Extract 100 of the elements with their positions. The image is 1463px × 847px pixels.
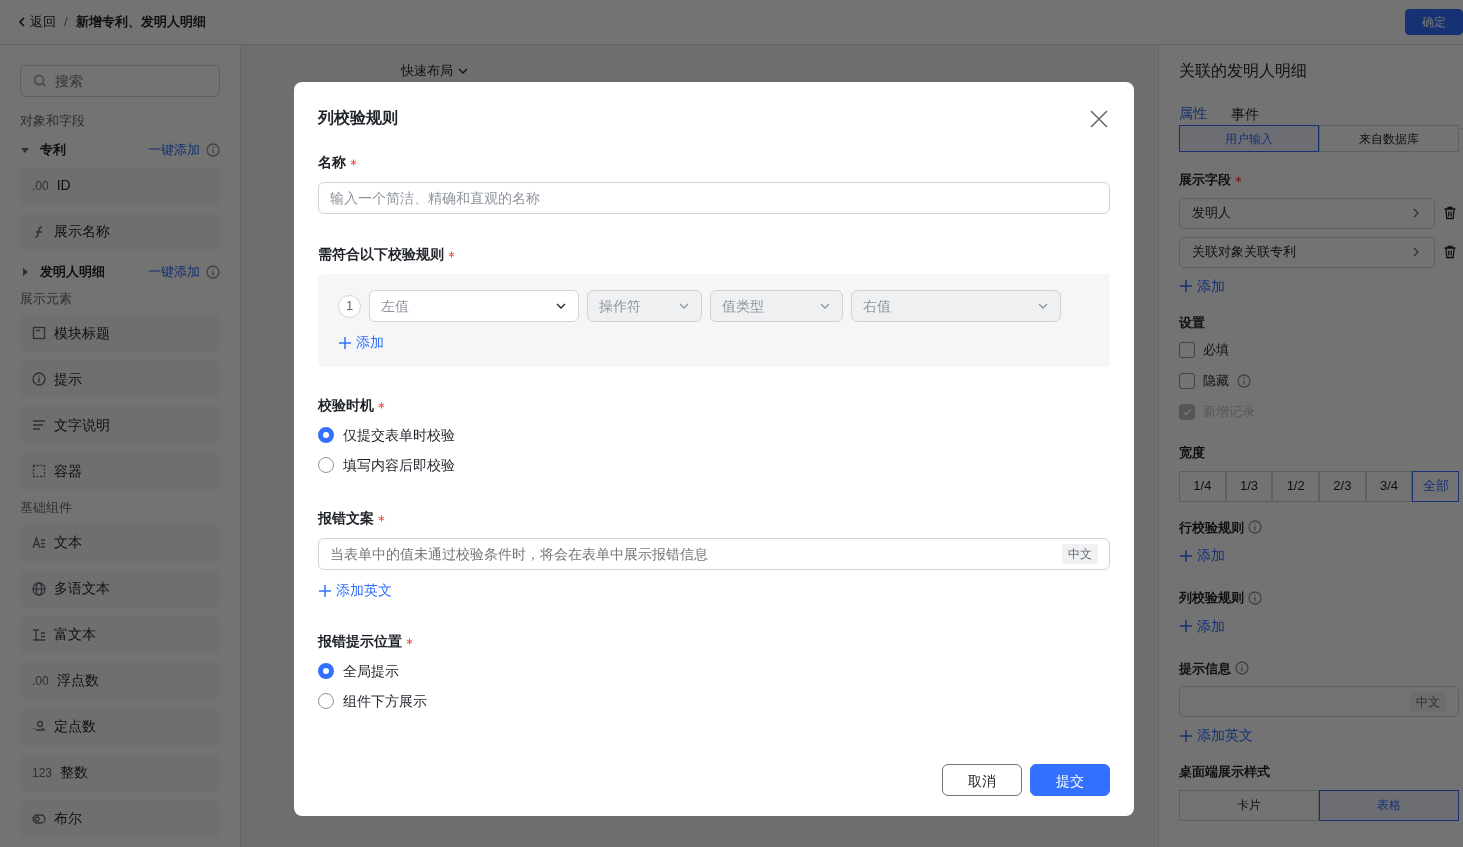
style-option[interactable]: 卡片 <box>1179 789 1319 821</box>
width-option[interactable]: 1/3 <box>1225 470 1273 502</box>
component-item[interactable]: 文字说明 <box>20 406 220 444</box>
component-item[interactable]: 文本 <box>20 523 220 562</box>
required-icon <box>350 159 357 166</box>
field-label: 设置 <box>1179 313 1205 332</box>
component-item[interactable]: 展示名称 <box>20 212 220 251</box>
select-placeholder: 左值 <box>381 296 409 316</box>
width-option[interactable]: 2/3 <box>1319 470 1366 502</box>
field-selector[interactable]: 关联对象关联专利 <box>1179 236 1435 268</box>
type-icon: .00 <box>32 176 49 195</box>
close-button[interactable] <box>1088 107 1110 129</box>
caret-icon[interactable] <box>20 266 30 277</box>
component-label: 模块标题 <box>54 323 110 343</box>
back-link[interactable]: 返回 <box>18 12 56 32</box>
radio-label: 全局提示 <box>343 661 399 681</box>
search-input[interactable]: 搜索 <box>55 70 195 92</box>
trash-icon[interactable] <box>1443 206 1457 220</box>
component-item[interactable]: 多语文本 <box>20 569 220 608</box>
component-item[interactable]: 123 整数 <box>20 753 220 792</box>
component-label: 浮点数 <box>56 671 99 690</box>
radio-label: 填写内容后即校验 <box>343 455 455 475</box>
info-icon <box>1248 590 1262 605</box>
confirm-button[interactable]: 确定 <box>1405 9 1463 35</box>
plus-icon <box>318 583 332 598</box>
component-item[interactable]: .00 ID <box>20 166 220 205</box>
section-title: 基础组件 <box>20 499 73 517</box>
name-input[interactable]: 输入一个简洁、精确和直观的名称 <box>318 182 1110 214</box>
lines-icon <box>32 418 46 432</box>
add-button[interactable]: 添加 <box>1179 275 1225 297</box>
field-label: 列校验规则 <box>1179 589 1244 607</box>
radio-button[interactable] <box>318 693 334 709</box>
style-option[interactable]: 表格 <box>1319 789 1459 821</box>
select-placeholder: 操作符 <box>599 296 641 316</box>
component-item[interactable]: 布尔 <box>20 799 220 838</box>
field-label: 报错提示位置 <box>318 632 402 651</box>
rule-select[interactable]: 左值 <box>369 290 579 322</box>
select-placeholder: 值类型 <box>722 296 764 316</box>
add-button[interactable]: 添加 <box>338 332 384 353</box>
submit-button[interactable]: 提交 <box>1030 764 1110 796</box>
hint-field[interactable]: 中文 <box>1179 686 1459 717</box>
cancel-button[interactable]: 取消 <box>942 764 1022 796</box>
component-label: 整数 <box>60 763 89 782</box>
source-option[interactable]: 用户输入 <box>1179 125 1319 152</box>
dialog-title: 列校验规则 <box>318 108 398 128</box>
field-label: 提示信息 <box>1179 659 1231 678</box>
section-title: 展示元素 <box>20 289 73 308</box>
field-label: 需符合以下校验规则 <box>318 245 444 264</box>
width-option[interactable]: 1/2 <box>1272 470 1319 502</box>
component-item[interactable]: 容器 <box>20 452 220 490</box>
add-button[interactable]: 添加英文 <box>1179 725 1253 746</box>
quick-layout-label[interactable]: 快速布局 <box>401 63 453 79</box>
trash-icon[interactable] <box>1443 245 1457 259</box>
component-item[interactable]: 提示 <box>20 360 220 398</box>
component-item[interactable]: 定点数 <box>20 707 220 746</box>
radio-label: 仅提交表单时校验 <box>343 425 455 445</box>
width-option[interactable]: 3/4 <box>1365 470 1413 502</box>
add-button[interactable]: 添加 <box>1179 545 1225 566</box>
search-field[interactable]: 搜索 <box>20 65 220 97</box>
title-icon <box>32 326 46 340</box>
info-icon <box>1248 520 1262 535</box>
width-option[interactable]: 1/4 <box>1179 470 1226 502</box>
radio-button[interactable] <box>318 427 334 443</box>
component-label: 多语文本 <box>54 579 110 598</box>
group-name[interactable]: 专利 <box>40 139 66 160</box>
radio-button[interactable] <box>318 457 334 473</box>
fixed-point-icon <box>32 719 46 734</box>
required-icon <box>406 638 413 645</box>
radio-button[interactable] <box>318 663 334 679</box>
field-label: 桌面端展示样式 <box>1179 763 1270 781</box>
back-icon <box>18 17 26 27</box>
required-icon <box>378 402 385 409</box>
info-icon <box>32 372 46 386</box>
width-option[interactable]: 全部 <box>1412 470 1460 502</box>
field-selector[interactable]: 发明人 <box>1179 197 1435 229</box>
info-icon <box>206 142 220 157</box>
language-tag: 中文 <box>1062 544 1098 564</box>
component-label: ID <box>56 176 71 195</box>
plus-icon <box>1179 279 1193 293</box>
section-title: 对象和字段 <box>20 112 86 130</box>
component-label: 容器 <box>54 461 82 481</box>
text-icon <box>32 535 46 550</box>
component-item[interactable]: 富文本 <box>20 615 220 654</box>
checkbox[interactable] <box>1179 372 1195 389</box>
plus-icon <box>1179 548 1193 563</box>
field-name: 关联对象关联专利 <box>1192 243 1296 262</box>
component-item[interactable]: 模块标题 <box>20 314 220 352</box>
component-label: 文本 <box>54 533 82 552</box>
error-message-field[interactable]: 当表单中的值未通过校验条件时，将会在表单中展示报错信息 中文 <box>318 538 1110 570</box>
checkbox[interactable] <box>1179 341 1195 358</box>
add-button[interactable]: 添加英文 <box>318 580 392 601</box>
group-name[interactable]: 发明人明细 <box>40 261 105 282</box>
component-label: 文字说明 <box>54 415 110 435</box>
required-icon <box>448 251 455 258</box>
component-item[interactable]: .00 浮点数 <box>20 661 220 700</box>
source-option[interactable]: 来自数据库 <box>1319 125 1459 152</box>
checkbox-label: 必填 <box>1203 340 1229 359</box>
add-button[interactable]: 添加 <box>1179 615 1225 637</box>
language-tag: 中文 <box>1410 691 1446 712</box>
required-icon <box>1235 176 1242 184</box>
